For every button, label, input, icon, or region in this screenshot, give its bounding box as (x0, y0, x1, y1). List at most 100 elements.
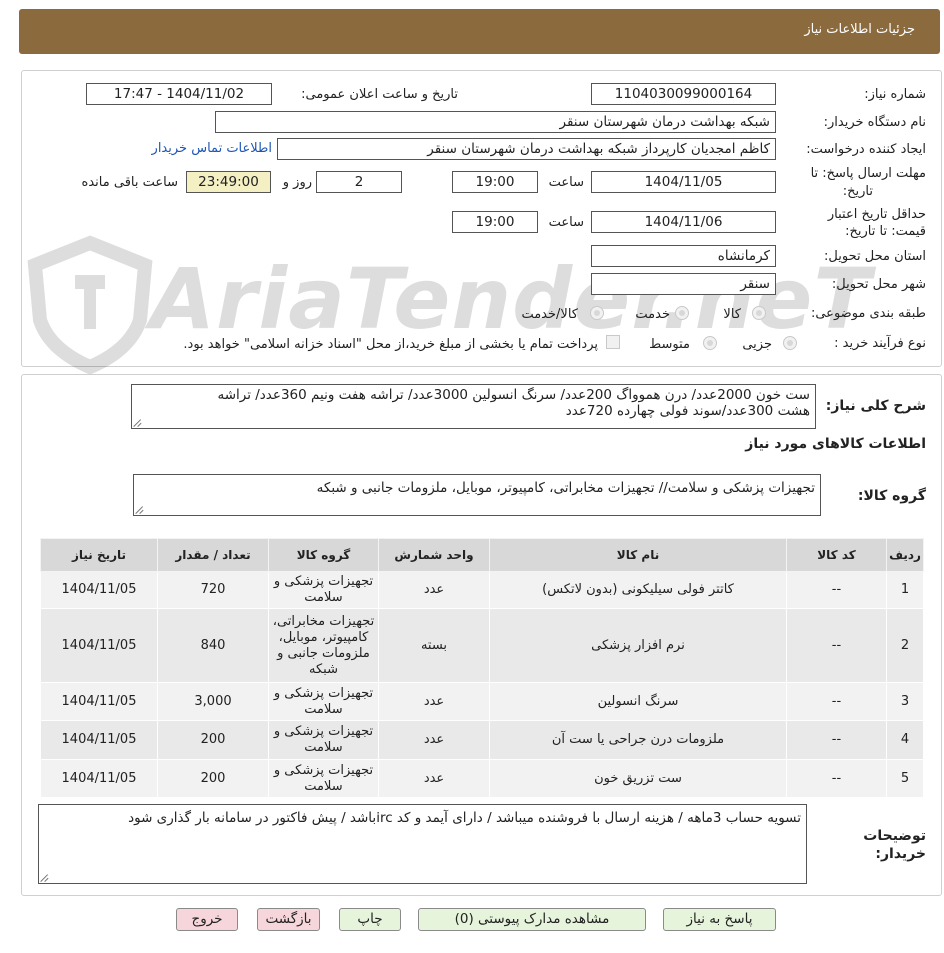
cell-date: 1404/11/05 (40, 720, 158, 760)
need-number-label: شماره نیاز: (864, 87, 926, 102)
city-label: شهر محل تحویل: (831, 277, 926, 292)
treasury-payment-checkbox[interactable] (606, 335, 620, 349)
deadline-time-label: ساعت (548, 175, 584, 190)
announce-label: تاریخ و ساعت اعلان عمومی: (301, 87, 458, 102)
cell-date: 1404/11/05 (40, 571, 158, 609)
items-table: ردیف کد کالا نام کالا واحد شمارش گروه کا… (40, 538, 924, 798)
cell-date: 1404/11/05 (40, 759, 158, 798)
col-header-unit: واحد شمارش (378, 538, 490, 572)
cell-name: کاتتر فولی سیلیکونی (بدون لاتکس) (489, 571, 787, 609)
cell-date: 1404/11/05 (40, 682, 158, 721)
province-field: کرمانشاه (591, 245, 776, 267)
goods-info-title: اطلاعات کالاهای مورد نیاز (745, 436, 926, 452)
cell-code: -- (786, 571, 887, 609)
cell-code: -- (786, 759, 887, 798)
cell-unit: عدد (378, 720, 490, 760)
process-option-minor: جزیی (742, 337, 772, 352)
deadline-date-field: 1404/11/05 (591, 171, 776, 193)
cell-row: 1 (886, 571, 924, 609)
table-header-row: ردیف کد کالا نام کالا واحد شمارش گروه کا… (40, 538, 924, 572)
city-field: سنقر (591, 273, 776, 295)
remaining-time-field: 23:49:00 (186, 171, 271, 193)
category-radio-goods-service[interactable] (590, 306, 604, 320)
cell-name: سرنگ انسولین (489, 682, 787, 721)
buyer-notes-text: تسویه حساب 3ماهه / هزینه ارسال با فروشند… (128, 810, 801, 826)
cell-qty: 3,000 (157, 682, 269, 721)
days-field: 2 (316, 171, 402, 193)
print-button[interactable]: چاپ (339, 908, 401, 931)
table-row[interactable]: 2 -- نرم افزار پزشکی بسته تجهیزات مخابرا… (40, 608, 924, 683)
attachments-button[interactable]: مشاهده مدارک پیوستی (0) (418, 908, 646, 931)
province-label: استان محل تحویل: (824, 249, 926, 264)
buyer-org-label: نام دستگاه خریدار: (823, 115, 926, 130)
cell-qty: 720 (157, 571, 269, 609)
cell-group: تجهیزات پزشکی و سلامت (268, 682, 379, 721)
deadline-label: مهلت ارسال پاسخ: تا (810, 166, 926, 181)
cell-code: -- (786, 682, 887, 721)
cell-name: نرم افزار پزشکی (489, 608, 787, 683)
summary-line-1: ست خون 2000عدد/ درن هموواگ 200عدد/ سرنگ … (217, 387, 810, 403)
cell-name: ملزومات درن جراحی یا ست آن (489, 720, 787, 760)
cell-unit: عدد (378, 682, 490, 721)
page-header: جزئیات اطلاعات نیاز (19, 9, 940, 54)
cell-row: 4 (886, 720, 924, 760)
resize-grip-icon[interactable] (134, 419, 142, 427)
notes-label-2: خریدار: (875, 846, 926, 862)
goods-group-textarea[interactable]: تجهیزات پزشکی و سلامت// تجهیزات مخابراتی… (133, 474, 821, 516)
exit-button[interactable]: خروج (176, 908, 238, 931)
table-row[interactable]: 3 -- سرنگ انسولین عدد تجهیزات پزشکی و سل… (40, 682, 924, 721)
deadline-label-2: تاریخ: (842, 184, 873, 199)
cell-qty: 840 (157, 608, 269, 683)
process-option-medium: متوسط (649, 337, 690, 352)
watermark: AriaTender.neT (20, 235, 871, 375)
col-header-name: نام کالا (489, 538, 787, 572)
cell-unit: عدد (378, 759, 490, 798)
category-radio-goods[interactable] (752, 306, 766, 320)
days-label: روز و (282, 175, 312, 190)
cell-code: -- (786, 720, 887, 760)
col-header-row: ردیف (886, 538, 924, 572)
announce-field: 1404/11/02 - 17:47 (86, 83, 272, 105)
requester-label: ایجاد کننده درخواست: (806, 142, 926, 157)
goods-group-text: تجهیزات پزشکی و سلامت// تجهیزات مخابراتی… (316, 480, 815, 496)
cell-group: تجهیزات پزشکی و سلامت (268, 759, 379, 798)
col-header-code: کد کالا (786, 538, 887, 572)
buyer-contact-link[interactable]: اطلاعات تماس خریدار (152, 141, 272, 156)
cell-row: 5 (886, 759, 924, 798)
treasury-payment-note: پرداخت تمام یا بخشی از مبلغ خرید،از محل … (183, 337, 598, 352)
reply-button[interactable]: پاسخ به نیاز (663, 908, 776, 931)
resize-grip-icon[interactable] (136, 506, 144, 514)
back-button[interactable]: بازگشت (257, 908, 320, 931)
cell-name: ست تزریق خون (489, 759, 787, 798)
cell-unit: عدد (378, 571, 490, 609)
buyer-org-field: شبکه بهداشت درمان شهرستان سنقر (215, 111, 776, 133)
category-option-goods-service: کالا/خدمت (521, 307, 578, 322)
cell-row: 3 (886, 682, 924, 721)
summary-textarea[interactable]: ست خون 2000عدد/ درن هموواگ 200عدد/ سرنگ … (131, 384, 816, 429)
table-row[interactable]: 1 -- کاتتر فولی سیلیکونی (بدون لاتکس) عد… (40, 571, 924, 609)
process-radio-medium[interactable] (703, 336, 717, 350)
col-header-date: تاریخ نیاز (40, 538, 158, 572)
table-row[interactable]: 4 -- ملزومات درن جراحی یا ست آن عدد تجهی… (40, 720, 924, 760)
process-radio-minor[interactable] (783, 336, 797, 350)
goods-group-label: گروه کالا: (857, 488, 926, 504)
watermark-shield-icon (27, 235, 153, 375)
cell-row: 2 (886, 608, 924, 683)
cell-date: 1404/11/05 (40, 608, 158, 683)
resize-grip-icon[interactable] (41, 874, 49, 882)
table-row[interactable]: 5 -- ست تزریق خون عدد تجهیزات پزشکی و سل… (40, 759, 924, 798)
category-option-goods: کالا (723, 307, 741, 322)
buyer-notes-textarea[interactable]: تسویه حساب 3ماهه / هزینه ارسال با فروشند… (38, 804, 807, 884)
category-radio-service[interactable] (675, 306, 689, 320)
cell-code: -- (786, 608, 887, 683)
col-header-qty: تعداد / مقدار (157, 538, 269, 572)
category-label: طبقه بندی موضوعی: (810, 306, 926, 321)
validity-label-2: قیمت: تا تاریخ: (845, 224, 926, 239)
validity-date-field: 1404/11/06 (591, 211, 776, 233)
process-label: نوع فرآیند خرید : (834, 336, 926, 351)
cell-group: تجهیزات پزشکی و سلامت (268, 571, 379, 609)
notes-label: توضیحات (863, 828, 926, 844)
validity-label: حداقل تاریخ اعتبار (827, 207, 926, 222)
deadline-time-field: 19:00 (452, 171, 538, 193)
cell-group: تجهیزات مخابراتی، کامپیوتر، موبایل، ملزو… (268, 608, 379, 683)
